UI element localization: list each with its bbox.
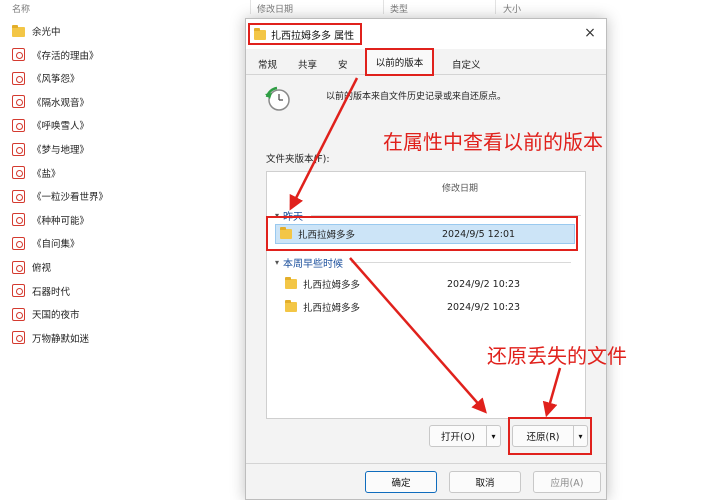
group-label: 本周早些时候 <box>283 259 344 270</box>
open-button-label: 打开(O) <box>441 432 475 443</box>
restore-clock-icon <box>265 86 290 111</box>
list-item[interactable]: 《种种可能》 <box>12 211 242 229</box>
tab-customize[interactable]: 自定义 <box>452 57 481 71</box>
list-item[interactable]: 《自问集》 <box>12 234 242 252</box>
dialog-title: 扎西拉姆多多 属性 <box>271 30 355 42</box>
list-item[interactable]: 《隔水观音》 <box>12 93 242 111</box>
column-type[interactable]: 类型 <box>390 2 408 15</box>
file-name: 万物静默如迷 <box>32 333 90 345</box>
tab-sharing[interactable]: 共享 <box>298 57 317 71</box>
list-item[interactable]: 《一粒沙看世界》 <box>12 187 242 205</box>
list-item[interactable]: 《风筝怨》 <box>12 69 242 87</box>
versions-list[interactable]: 修改日期 ▾ 昨天 扎西拉姆多多 2024/9/5 12:01 ▾ 本周早些时候… <box>266 171 586 419</box>
open-dropdown-arrow[interactable]: ▾ <box>486 426 500 446</box>
file-name: 《自问集》 <box>32 239 80 251</box>
version-name: 扎西拉姆多多 <box>303 280 361 291</box>
document-icon <box>12 118 25 132</box>
file-name: 石器时代 <box>32 286 71 298</box>
dialog-titlebar[interactable]: 扎西拉姆多多 属性 × <box>246 19 606 49</box>
file-name: 俯视 <box>32 263 52 274</box>
list-item[interactable]: 余光中 <box>12 22 242 40</box>
folder-icon <box>285 277 297 289</box>
document-icon <box>12 142 25 156</box>
file-name: 天国的夜市 <box>32 310 80 322</box>
column-size[interactable]: 大小 <box>503 2 521 15</box>
column-separator[interactable] <box>383 0 384 14</box>
title-highlight-box: 扎西拉姆多多 属性 <box>248 23 362 45</box>
list-item[interactable]: 《盐》 <box>12 164 242 182</box>
document-icon <box>12 284 25 298</box>
list-item[interactable]: 俯视 <box>12 258 242 276</box>
document-icon <box>12 166 25 180</box>
restore-button-highlight <box>508 417 592 455</box>
column-modified[interactable]: 修改日期 <box>442 181 478 194</box>
tab-security[interactable]: 安 <box>338 57 348 71</box>
column-header-row: 名称 修改日期 类型 大小 <box>0 0 726 16</box>
ok-button[interactable]: 确定 <box>365 471 437 493</box>
document-icon <box>12 213 25 227</box>
cancel-button[interactable]: 取消 <box>449 471 521 493</box>
group-header-earlier-this-week[interactable]: ▾ 本周早些时候 <box>275 255 572 270</box>
apply-button[interactable]: 应用(A) <box>533 471 601 493</box>
list-item[interactable]: 《存活的理由》 <box>12 46 242 64</box>
list-item[interactable]: 天国的夜市 <box>12 305 242 323</box>
file-name: 《存活的理由》 <box>32 50 99 62</box>
close-button[interactable]: × <box>582 25 598 41</box>
document-icon <box>12 236 25 250</box>
file-name: 《梦与地理》 <box>32 145 90 156</box>
file-name: 《一粒沙看世界》 <box>32 192 109 204</box>
list-item[interactable]: 石器时代 <box>12 282 242 300</box>
folder-icon <box>254 28 266 40</box>
group-divider <box>351 262 572 263</box>
column-name[interactable]: 名称 <box>12 2 30 15</box>
tab-previous-versions[interactable]: 以前的版本 <box>365 48 434 76</box>
dialog-footer: 确定 取消 应用(A) <box>246 463 606 499</box>
selected-row-highlight <box>266 216 578 251</box>
version-name: 扎西拉姆多多 <box>303 303 361 314</box>
file-name: 《呼唤雪人》 <box>32 121 90 133</box>
document-icon <box>12 260 25 274</box>
column-modified[interactable]: 修改日期 <box>257 2 293 15</box>
folder-icon <box>12 25 25 37</box>
document-icon <box>12 307 25 321</box>
folder-versions-label: 文件夹版本(F): <box>266 154 330 165</box>
file-name: 余光中 <box>32 27 61 38</box>
document-icon <box>12 95 25 109</box>
column-separator[interactable] <box>495 0 496 14</box>
chevron-down-icon[interactable]: ▾ <box>275 258 279 267</box>
open-split-button[interactable]: 打开(O) ▾ <box>429 425 501 447</box>
list-item[interactable]: 《呼唤雪人》 <box>12 116 242 134</box>
intro-text: 以前的版本来自文件历史记录或来自还原点。 <box>326 92 507 102</box>
version-date: 2024/9/2 10:23 <box>447 301 521 313</box>
tab-general[interactable]: 常规 <box>258 57 277 71</box>
list-item[interactable]: 万物静默如迷 <box>12 329 242 347</box>
document-icon <box>12 331 25 345</box>
annotation-restore-lost-files: 还原丢失的文件 <box>487 344 627 368</box>
properties-dialog: 扎西拉姆多多 属性 × 常规 共享 安 自定义 以前的版本 以前的版本来自文件历… <box>245 18 607 500</box>
document-icon <box>12 71 25 85</box>
list-item[interactable]: 《梦与地理》 <box>12 140 242 158</box>
folder-icon <box>285 300 297 312</box>
file-name: 《种种可能》 <box>32 215 90 227</box>
annotation-view-previous-versions: 在属性中查看以前的版本 <box>383 130 603 154</box>
document-icon <box>12 189 25 203</box>
version-date: 2024/9/2 10:23 <box>447 278 521 290</box>
file-name: 《风筝怨》 <box>32 74 80 86</box>
document-icon <box>12 48 25 62</box>
version-row[interactable]: 扎西拉姆多多 2024/9/2 10:23 <box>281 274 581 294</box>
file-name: 《隔水观音》 <box>32 97 90 109</box>
column-separator[interactable] <box>250 0 251 14</box>
version-row[interactable]: 扎西拉姆多多 2024/9/2 10:23 <box>281 297 581 317</box>
file-name: 《盐》 <box>32 168 61 180</box>
